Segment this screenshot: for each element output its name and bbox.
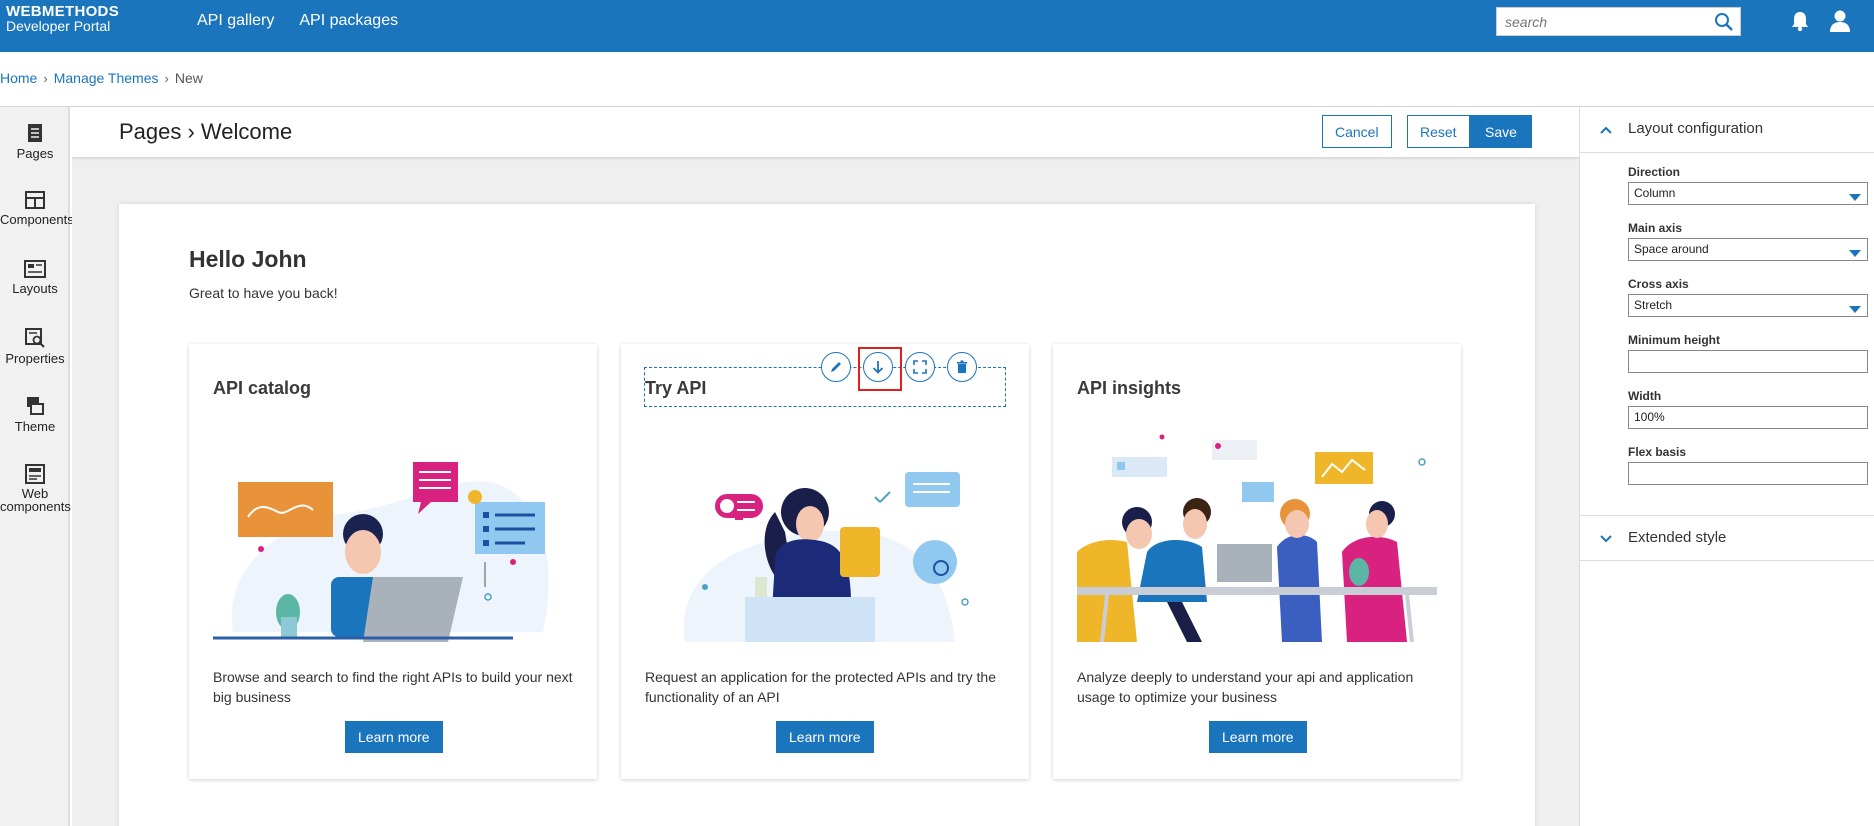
breadcrumb-manage-themes[interactable]: Manage Themes — [54, 70, 159, 86]
card-description: Request an application for the protected… — [645, 669, 996, 705]
caret-down-icon — [1849, 244, 1861, 265]
page-title: Pages › Welcome — [119, 119, 293, 144]
width-input[interactable]: 100% — [1628, 406, 1868, 429]
learn-more-button[interactable]: Learn more — [1209, 721, 1307, 753]
save-button[interactable]: Save — [1470, 115, 1532, 148]
components-icon — [25, 191, 45, 209]
rail-label: Components — [0, 212, 74, 227]
select-value: Space around — [1634, 242, 1709, 256]
card-description: Analyze deeply to understand your api an… — [1077, 669, 1414, 705]
caret-down-icon — [1849, 300, 1861, 321]
bell-icon[interactable] — [1790, 10, 1810, 37]
breadcrumb-home[interactable]: Home — [0, 70, 37, 86]
select-value: Column — [1634, 186, 1676, 200]
page-icon — [28, 124, 42, 142]
caret-down-icon — [1849, 188, 1861, 209]
editor-header: Pages › Welcome Cancel Reset Save — [72, 107, 1579, 157]
rail-label: Layouts — [12, 281, 58, 296]
card-title: Try API — [645, 378, 707, 398]
nav-api-packages[interactable]: API packages — [299, 12, 398, 30]
search-input[interactable] — [1497, 8, 1702, 35]
edit-icon[interactable] — [821, 352, 851, 382]
editor-area: Pages › Welcome Cancel Reset Save Hello … — [72, 107, 1579, 826]
chevron-right-icon: › — [164, 70, 169, 86]
card-try-api[interactable]: Try API Request an application for the p… — [621, 344, 1029, 779]
selection-toolbar — [821, 347, 977, 391]
rail-label: Properties — [5, 351, 65, 366]
properties-panel: Layout configuration Direction Column Ma… — [1579, 107, 1874, 826]
minimum-height-input[interactable] — [1628, 350, 1868, 373]
flex-basis-label: Flex basis — [1628, 445, 1687, 459]
top-bar: WEBMETHODS Developer Portal API gallery … — [0, 0, 1874, 52]
properties-icon — [25, 328, 45, 348]
reset-button[interactable]: Reset — [1407, 115, 1470, 148]
chevron-up-icon — [1600, 122, 1612, 140]
section-title: Extended style — [1628, 529, 1727, 546]
rail-item-properties[interactable]: Properties — [0, 328, 70, 366]
extended-style-header[interactable]: Extended style — [1580, 515, 1874, 561]
card-title: API catalog — [213, 378, 312, 398]
direction-label: Direction — [1628, 165, 1681, 179]
card-title: API insights — [1077, 378, 1182, 398]
direction-select[interactable]: Column — [1628, 182, 1868, 205]
cross-axis-select[interactable]: Stretch — [1628, 294, 1868, 317]
search-box — [1496, 7, 1741, 36]
width-label: Width — [1628, 389, 1662, 403]
main-axis-select[interactable]: Space around — [1628, 238, 1868, 261]
arrow-down-icon[interactable] — [858, 347, 902, 391]
chevron-down-icon — [1600, 531, 1612, 549]
web-components-icon — [25, 464, 45, 484]
try-api-illustration — [683, 472, 969, 642]
rail-item-theme[interactable]: Theme — [0, 396, 70, 434]
breadcrumb-current: New — [174, 70, 203, 86]
rail-item-web-components[interactable]: Web components — [0, 464, 71, 514]
layout-configuration-header[interactable]: Layout configuration — [1580, 107, 1874, 153]
brand-name: WEBMETHODS — [6, 3, 119, 20]
learn-more-button[interactable]: Learn more — [345, 721, 443, 753]
api-catalog-illustration — [213, 462, 549, 642]
top-nav: API gallery API packages — [197, 12, 398, 30]
tool-rail: Pages Components Layouts Properties Them… — [0, 107, 74, 826]
rail-label: Pages — [16, 146, 54, 161]
brand-logo[interactable]: WEBMETHODS Developer Portal — [6, 4, 119, 34]
search-icon[interactable] — [1714, 12, 1734, 37]
card-description: Browse and search to find the right APIs… — [213, 669, 573, 705]
cancel-button[interactable]: Cancel — [1322, 115, 1392, 148]
page-canvas: Hello John Great to have you back! API c… — [119, 204, 1535, 826]
main-axis-label: Main axis — [1628, 221, 1683, 235]
rail-item-pages[interactable]: Pages — [0, 123, 70, 161]
section-title: Layout configuration — [1628, 120, 1764, 137]
flex-basis-input[interactable] — [1628, 462, 1868, 485]
rail-item-components[interactable]: Components — [0, 191, 74, 227]
rail-label: Theme — [14, 419, 56, 434]
nav-api-gallery[interactable]: API gallery — [197, 12, 274, 30]
greeting-subtitle: Great to have you back! — [189, 285, 338, 301]
cross-axis-label: Cross axis — [1628, 277, 1689, 291]
expand-icon[interactable] — [905, 352, 935, 382]
theme-icon — [27, 397, 44, 415]
rail-label: Web components — [0, 486, 71, 514]
minimum-height-label: Minimum height — [1628, 333, 1720, 347]
select-value: Stretch — [1634, 298, 1673, 312]
user-icon[interactable] — [1829, 9, 1851, 38]
api-insights-illustration — [1077, 434, 1437, 642]
trash-icon[interactable] — [947, 352, 977, 382]
brand-subtitle: Developer Portal — [6, 18, 111, 34]
card-api-insights[interactable]: API insights Analyze deeply to understan… — [1053, 344, 1461, 779]
rail-item-layouts[interactable]: Layouts — [0, 260, 70, 296]
learn-more-button[interactable]: Learn more — [776, 721, 874, 753]
greeting-heading: Hello John — [189, 246, 307, 272]
chevron-right-icon: › — [43, 70, 48, 86]
card-api-catalog[interactable]: API catalog Browse and search to find th… — [189, 344, 597, 779]
layouts-icon — [24, 260, 46, 278]
breadcrumb: Home › Manage Themes › New — [0, 70, 203, 86]
